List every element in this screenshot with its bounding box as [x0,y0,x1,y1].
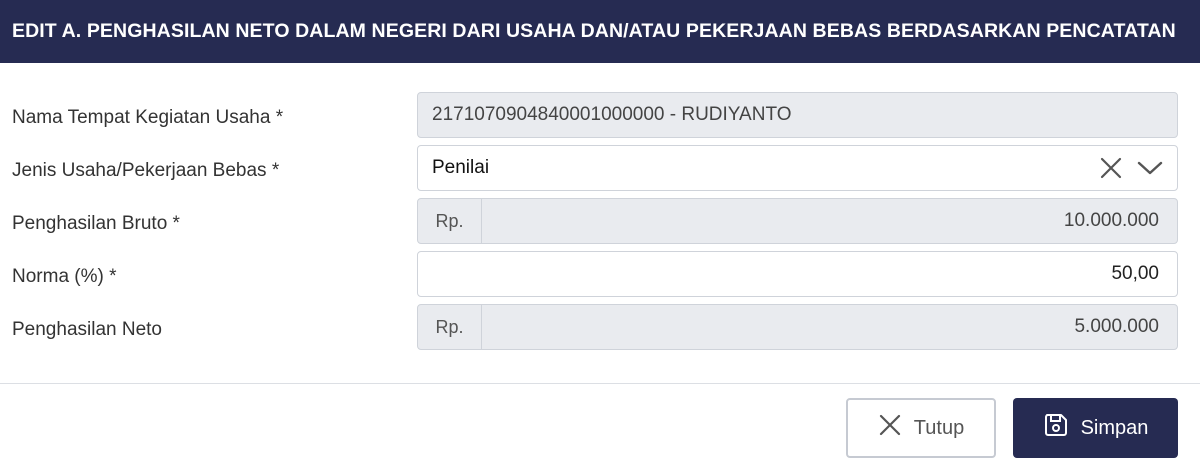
modal-title: EDIT A. PENGHASILAN NETO DALAM NEGERI DA… [12,20,1176,42]
jenis-usaha-value: Penilai [432,157,490,178]
close-icon [878,413,902,443]
save-icon [1043,412,1069,444]
norma-value: 50,00 [1111,263,1159,284]
penghasilan-bruto-label: Penghasilan Bruto * [12,213,180,234]
nama-tempat-value: 2171070904840001000000 - RUDIYANTO [432,104,792,125]
chevron-down-icon[interactable] [1137,160,1163,176]
currency-prefix: Rp. [418,305,482,349]
footer-divider [0,383,1200,384]
nama-tempat-label: Nama Tempat Kegiatan Usaha * [12,107,284,128]
currency-prefix: Rp. [418,199,482,243]
norma-input[interactable]: 50,00 [417,251,1178,297]
jenis-usaha-label: Jenis Usaha/Pekerjaan Bebas * [12,160,280,181]
modal-header: EDIT A. PENGHASILAN NETO DALAM NEGERI DA… [0,0,1200,63]
penghasilan-neto-value: 5.000.000 [1074,316,1159,337]
close-button-label: Tutup [913,416,965,439]
norma-label: Norma (%) * [12,266,117,287]
clear-icon[interactable] [1099,156,1123,180]
penghasilan-neto-field: Rp. 5.000.000 [417,304,1178,350]
penghasilan-neto-label: Penghasilan Neto [12,319,162,340]
save-button-label: Simpan [1080,416,1149,439]
select-controls [1099,156,1177,180]
penghasilan-bruto-value: 10.000.000 [1063,210,1159,231]
nama-tempat-field: 2171070904840001000000 - RUDIYANTO [417,92,1178,138]
jenis-usaha-select[interactable]: Penilai [417,145,1178,191]
close-button[interactable]: Tutup [846,398,996,458]
save-button[interactable]: Simpan [1013,398,1178,458]
penghasilan-bruto-field: Rp. 10.000.000 [417,198,1178,244]
